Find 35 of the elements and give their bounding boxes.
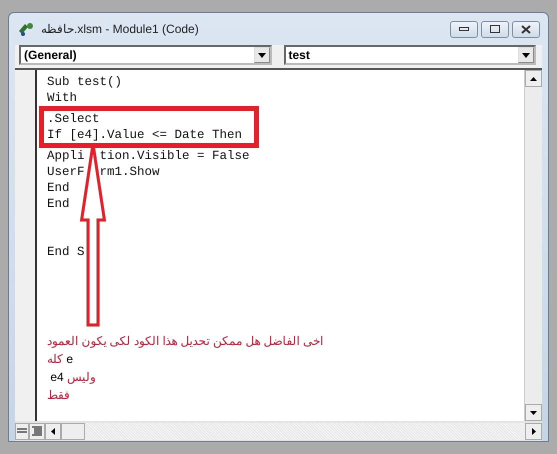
close-button[interactable] <box>512 20 540 38</box>
code-line: End <box>47 180 70 196</box>
procedure-view-button[interactable] <box>15 422 29 440</box>
scroll-down-icon <box>530 410 537 414</box>
code-line: Sub test() <box>47 74 122 90</box>
note-line: فقط <box>47 387 70 404</box>
note-line: اخى الفاضل هل ممكن تحديل هذا الكود لكى يكون العمود <box>47 333 324 350</box>
scroll-up-icon <box>530 76 537 80</box>
code-line: If [e4].Value <= Date Then <box>47 127 242 143</box>
code-line: UserF <box>47 164 86 180</box>
code-line: tion.Visible = False <box>100 148 250 164</box>
window-title: حافظه.xlsm - Module1 (Code) <box>41 22 200 36</box>
dropdown-arrow-icon <box>258 52 266 58</box>
code-line: End S <box>47 244 85 260</box>
full-module-view-button[interactable] <box>29 422 45 440</box>
maximize-icon <box>490 25 500 33</box>
dropdown-arrow-icon <box>522 52 530 58</box>
object-dropdown[interactable]: (General) <box>19 45 272 65</box>
code-line: .Select <box>47 111 100 127</box>
code-line: rm1.Show <box>100 164 160 180</box>
vertical-scrollbar[interactable] <box>524 70 542 421</box>
horizontal-scrollbar[interactable] <box>85 422 525 440</box>
minimize-button[interactable] <box>450 20 478 38</box>
scroll-right-icon[interactable] <box>532 428 536 434</box>
close-icon <box>521 24 531 34</box>
procedure-dropdown[interactable]: test <box>284 45 536 65</box>
code-line: With <box>47 90 78 106</box>
code-line: End <box>47 196 70 212</box>
lines-icon <box>32 426 42 436</box>
scroll-left-icon[interactable] <box>51 428 55 434</box>
scroll-thumb[interactable] <box>61 422 85 440</box>
minimize-icon <box>459 27 469 31</box>
code-line: Appli <box>47 148 86 164</box>
lines-icon <box>17 427 27 435</box>
maximize-button[interactable] <box>481 20 509 38</box>
